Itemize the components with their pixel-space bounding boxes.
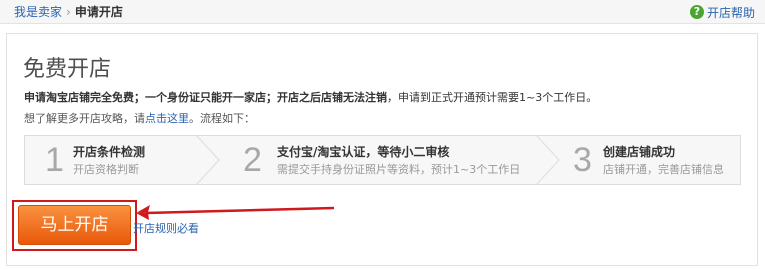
open-store-button[interactable]: 马上开店 [18,205,131,245]
description-rest: ，申请到正式开通预计需要1~3个工作日。 [387,91,598,104]
breadcrumb-home-link[interactable]: 我是卖家 [14,5,62,19]
step-number: 2 [243,141,262,179]
guide-suffix: 。流程如下： [189,112,255,125]
step-subtitle: 开店资格判断 [73,163,139,176]
breadcrumb-current: 申请开店 [74,5,123,19]
step-3: 3 创建店铺成功 店铺开通，完善店铺信息 [567,136,740,184]
help-label: 开店帮助 [706,5,755,20]
breadcrumb: 我是卖家 › 申请开店 [14,5,123,19]
step-title: 支付宝/淘宝认证，等待小二审核 [277,145,450,159]
guide-link[interactable]: 点击这里 [145,112,189,125]
question-icon: ? [689,5,704,19]
step-title: 创建店铺成功 [603,145,676,159]
open-store-description: 申请淘宝店铺完全免费；一个身份证只能开一家店；开店之后店铺无法注销，申请到正式开… [24,91,597,104]
step-number: 3 [573,141,592,179]
help-link[interactable]: ? 开店帮助 [689,4,755,20]
step-number: 1 [45,141,64,179]
step-subtitle: 店铺开通，完善店铺信息 [603,163,724,176]
process-steps: 1 开店条件检测 开店资格判断 2 支付宝/淘宝认证，等待小二审核 需提交手持身… [24,135,741,185]
step-arrow-icon [536,136,560,184]
page-title: 免费开店 [23,57,112,82]
guide-text: 想了解更多开店攻略，请点击这里。流程如下： [24,112,255,125]
guide-prefix: 想了解更多开店攻略，请 [24,112,145,125]
breadcrumb-separator: › [66,5,71,19]
description-bold: 申请淘宝店铺完全免费；一个身份证只能开一家店；开店之后店铺无法注销 [24,91,387,104]
store-rules-link[interactable]: 开店规则必看 [133,222,199,235]
step-subtitle: 需提交手持身份证照片等资料，预计1~3个工作日 [277,163,521,176]
step-2: 2 支付宝/淘宝认证，等待小二审核 需提交手持身份证照片等资料，预计1~3个工作… [223,136,523,184]
step-arrow-icon [196,136,220,184]
step-1: 1 开店条件检测 开店资格判断 [25,136,197,184]
step-title: 开店条件检测 [73,145,146,159]
top-bar: 我是卖家 › 申请开店 ? 开店帮助 [0,0,765,24]
